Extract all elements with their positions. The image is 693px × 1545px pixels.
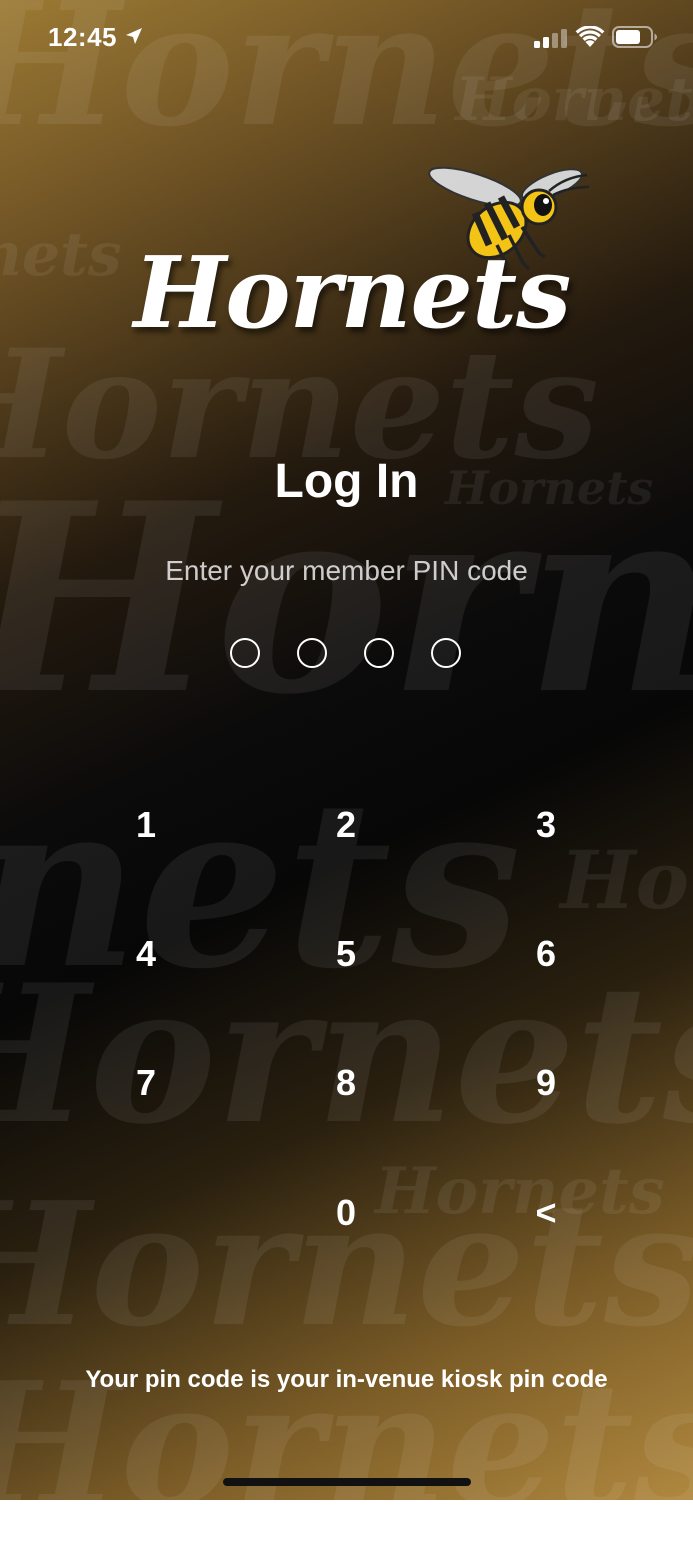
pin-dot (230, 638, 260, 668)
keypad-backspace-button[interactable]: < (466, 1173, 626, 1253)
keypad-key-5[interactable]: 5 (266, 914, 426, 994)
status-time: 12:45 (48, 22, 117, 52)
watermark-text: Hornets (0, 447, 693, 752)
status-bar: 12:45 (0, 0, 693, 80)
keypad-key-2[interactable]: 2 (266, 785, 426, 865)
hornets-logo: Hornets (92, 160, 612, 360)
pin-dot (364, 638, 394, 668)
keypad-key-1[interactable]: 1 (66, 785, 226, 865)
wifi-icon (575, 26, 605, 47)
battery-icon (612, 26, 657, 48)
keypad-key-9[interactable]: 9 (466, 1043, 626, 1123)
signal-icon (534, 29, 567, 48)
page-title: Log In (274, 455, 419, 508)
keypad-key-4[interactable]: 4 (66, 914, 226, 994)
keypad-key-3[interactable]: 3 (466, 785, 626, 865)
pin-dot (431, 638, 461, 668)
location-arrow-icon (126, 28, 142, 44)
home-indicator[interactable] (223, 1478, 471, 1486)
keypad-key-8[interactable]: 8 (266, 1043, 426, 1123)
pin-footer-note: Your pin code is your in-venue kiosk pin… (85, 1366, 608, 1393)
logo-wordmark: Hornets (133, 236, 572, 351)
keypad-key-0[interactable]: 0 (266, 1173, 426, 1253)
pin-dot (297, 638, 327, 668)
keypad-key-6[interactable]: 6 (466, 914, 626, 994)
pin-instructions: Enter your member PIN code (165, 555, 528, 586)
keypad-key-7[interactable]: 7 (66, 1043, 226, 1123)
